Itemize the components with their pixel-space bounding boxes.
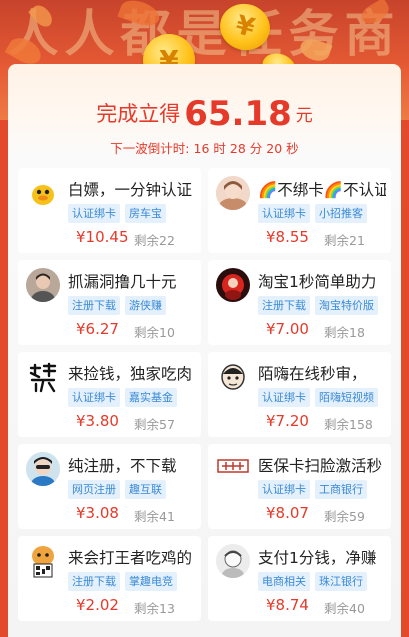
duck-avatar-icon bbox=[26, 176, 60, 210]
task-tags: 认证绑卡 陌嗨短视频 bbox=[258, 386, 383, 407]
task-type-tag: 注册下载 bbox=[68, 296, 120, 315]
task-price: ¥8.74 bbox=[266, 596, 309, 614]
task-price: ¥7.20 bbox=[266, 412, 309, 430]
countdown-timer: 下一波倒计时: 16 时 28 分 20 秒 bbox=[8, 138, 401, 157]
red-avatar-icon bbox=[216, 268, 250, 302]
task-card[interactable]: 纯注册，不下载 网页注册 趣互联 ¥3.08 剩余41 bbox=[18, 444, 201, 529]
countdown-hours: 16 bbox=[193, 141, 210, 156]
task-price: ¥6.27 bbox=[76, 320, 119, 338]
task-card[interactable]: 来捡钱，独家吃肉 认证绑卡 嘉实基金 ¥3.80 剩余57 bbox=[18, 352, 201, 437]
task-title: 支付1分钱，净赚 bbox=[258, 549, 377, 567]
task-remaining: 剩余40 bbox=[324, 601, 365, 616]
task-price: ¥3.08 bbox=[76, 504, 119, 522]
task-type-tag: 电商相关 bbox=[258, 572, 310, 591]
task-app-tag: 掌趣电竞 bbox=[125, 572, 177, 591]
countdown-seconds-unit: 秒 bbox=[286, 141, 299, 156]
task-remaining: 剩余10 bbox=[134, 325, 175, 340]
task-app-tag: 工商银行 bbox=[315, 480, 367, 499]
logo-avatar-icon bbox=[216, 452, 250, 486]
task-price: ¥3.80 bbox=[76, 412, 119, 430]
task-price: ¥10.45 bbox=[76, 228, 129, 246]
task-title: 抓漏洞撸几十元 bbox=[68, 273, 177, 291]
task-title: 来捡钱，独家吃肉 bbox=[68, 365, 193, 383]
task-remaining: 剩余59 bbox=[324, 509, 365, 524]
sketch-avatar-icon bbox=[216, 544, 250, 578]
task-tags: 认证绑卡 工商银行 bbox=[258, 478, 372, 499]
task-app-tag: 小招推客 bbox=[315, 204, 367, 223]
task-app-tag: 房车宝 bbox=[125, 204, 166, 223]
task-panel: 完成立得 65.18 元 下一波倒计时: 16 时 28 分 20 秒 白嫖，一分钟… bbox=[8, 64, 401, 637]
task-type-tag: 认证绑卡 bbox=[258, 388, 310, 407]
task-title: 淘宝1秒简单助力 bbox=[258, 273, 377, 291]
task-price: ¥7.00 bbox=[266, 320, 309, 338]
task-app-tag: 游侠赚 bbox=[125, 296, 166, 315]
task-remaining: 剩余22 bbox=[134, 233, 175, 248]
task-type-tag: 网页注册 bbox=[68, 480, 120, 499]
task-title: 🌈不绑卡🌈不认证 bbox=[258, 181, 386, 199]
banner-title: 人人都是任务商 bbox=[8, 5, 401, 63]
task-price: ¥2.02 bbox=[76, 596, 119, 614]
task-tags: 认证绑卡 嘉实基金 bbox=[68, 386, 182, 407]
cartoon-avatar-icon bbox=[216, 360, 250, 394]
task-app-tag: 珠江银行 bbox=[315, 572, 367, 591]
calligraphy-avatar-icon bbox=[26, 360, 60, 394]
reward-unit: 元 bbox=[295, 106, 313, 126]
task-app-tag: 趣互联 bbox=[125, 480, 166, 499]
girl-avatar-icon bbox=[216, 176, 250, 210]
reward-amount: 65.18 bbox=[184, 94, 292, 134]
task-tags: 注册下载 掌趣电竞 bbox=[68, 570, 182, 591]
task-card[interactable]: 抓漏洞撸几十元 注册下载 游侠赚 ¥6.27 剩余10 bbox=[18, 260, 201, 345]
countdown-minutes: 28 bbox=[229, 141, 246, 156]
task-type-tag: 认证绑卡 bbox=[258, 204, 310, 223]
task-remaining: 剩余21 bbox=[324, 233, 365, 248]
task-tags: 注册下载 游侠赚 bbox=[68, 294, 171, 315]
task-type-tag: 认证绑卡 bbox=[68, 204, 120, 223]
person-avatar-icon bbox=[26, 268, 60, 302]
task-tags: 电商相关 珠江银行 bbox=[258, 570, 372, 591]
task-card[interactable]: 淘宝1秒简单助力 注册下载 淘宝特价版 ¥7.00 剩余18 bbox=[208, 260, 391, 345]
countdown-seconds: 20 bbox=[266, 141, 283, 156]
reward-prefix: 完成立得 bbox=[96, 102, 181, 126]
task-remaining: 剩余13 bbox=[134, 601, 175, 616]
task-tags: 网页注册 趣互联 bbox=[68, 478, 171, 499]
task-price: ¥8.55 bbox=[266, 228, 309, 246]
task-remaining: 剩余41 bbox=[134, 509, 175, 524]
task-title: 医保卡扫脸激活秒 bbox=[258, 457, 383, 475]
task-type-tag: 认证绑卡 bbox=[68, 388, 120, 407]
task-remaining: 剩余18 bbox=[324, 325, 365, 340]
countdown-minutes-unit: 分 bbox=[249, 141, 263, 156]
task-card[interactable]: 陌嗨在线秒审， 认证绑卡 陌嗨短视频 ¥7.20 剩余158 bbox=[208, 352, 391, 437]
task-remaining: 剩余158 bbox=[324, 417, 373, 432]
task-title: 来会打王者吃鸡的 bbox=[68, 549, 193, 567]
task-tags: 认证绑卡 房车宝 bbox=[68, 202, 171, 223]
task-app-tag: 陌嗨短视频 bbox=[315, 388, 378, 407]
task-price: ¥8.07 bbox=[266, 504, 309, 522]
task-card[interactable]: 白嫖，一分钟认证 认证绑卡 房车宝 ¥10.45 剩余22 bbox=[18, 168, 201, 253]
task-title: 白嫖，一分钟认证 bbox=[68, 181, 193, 199]
qr-avatar-icon bbox=[26, 544, 60, 578]
task-card[interactable]: 🌈不绑卡🌈不认证 认证绑卡 小招推客 ¥8.55 剩余21 bbox=[208, 168, 391, 253]
task-title: 陌嗨在线秒审， bbox=[258, 365, 367, 383]
countdown-label: 下一波倒计时: bbox=[110, 141, 190, 156]
task-card[interactable]: 支付1分钱，净赚 电商相关 珠江银行 ¥8.74 剩余40 bbox=[208, 536, 391, 621]
task-app-tag: 淘宝特价版 bbox=[315, 296, 378, 315]
task-app-tag: 嘉实基金 bbox=[125, 388, 177, 407]
task-tags: 注册下载 淘宝特价版 bbox=[258, 294, 383, 315]
task-tags: 认证绑卡 小招推客 bbox=[258, 202, 372, 223]
task-type-tag: 注册下载 bbox=[258, 296, 310, 315]
task-type-tag: 注册下载 bbox=[68, 572, 120, 591]
task-remaining: 剩余57 bbox=[134, 417, 175, 432]
countdown-hours-unit: 时 bbox=[213, 141, 226, 156]
task-type-tag: 认证绑卡 bbox=[258, 480, 310, 499]
task-title: 纯注册，不下载 bbox=[68, 457, 177, 475]
reward-summary: 完成立得 65.18 元 bbox=[8, 94, 401, 134]
task-card[interactable]: 来会打王者吃鸡的 注册下载 掌趣电竞 ¥2.02 剩余13 bbox=[18, 536, 201, 621]
task-card[interactable]: 医保卡扫脸激活秒 认证绑卡 工商银行 ¥8.07 剩余59 bbox=[208, 444, 391, 529]
blue-person-avatar-icon bbox=[26, 452, 60, 486]
